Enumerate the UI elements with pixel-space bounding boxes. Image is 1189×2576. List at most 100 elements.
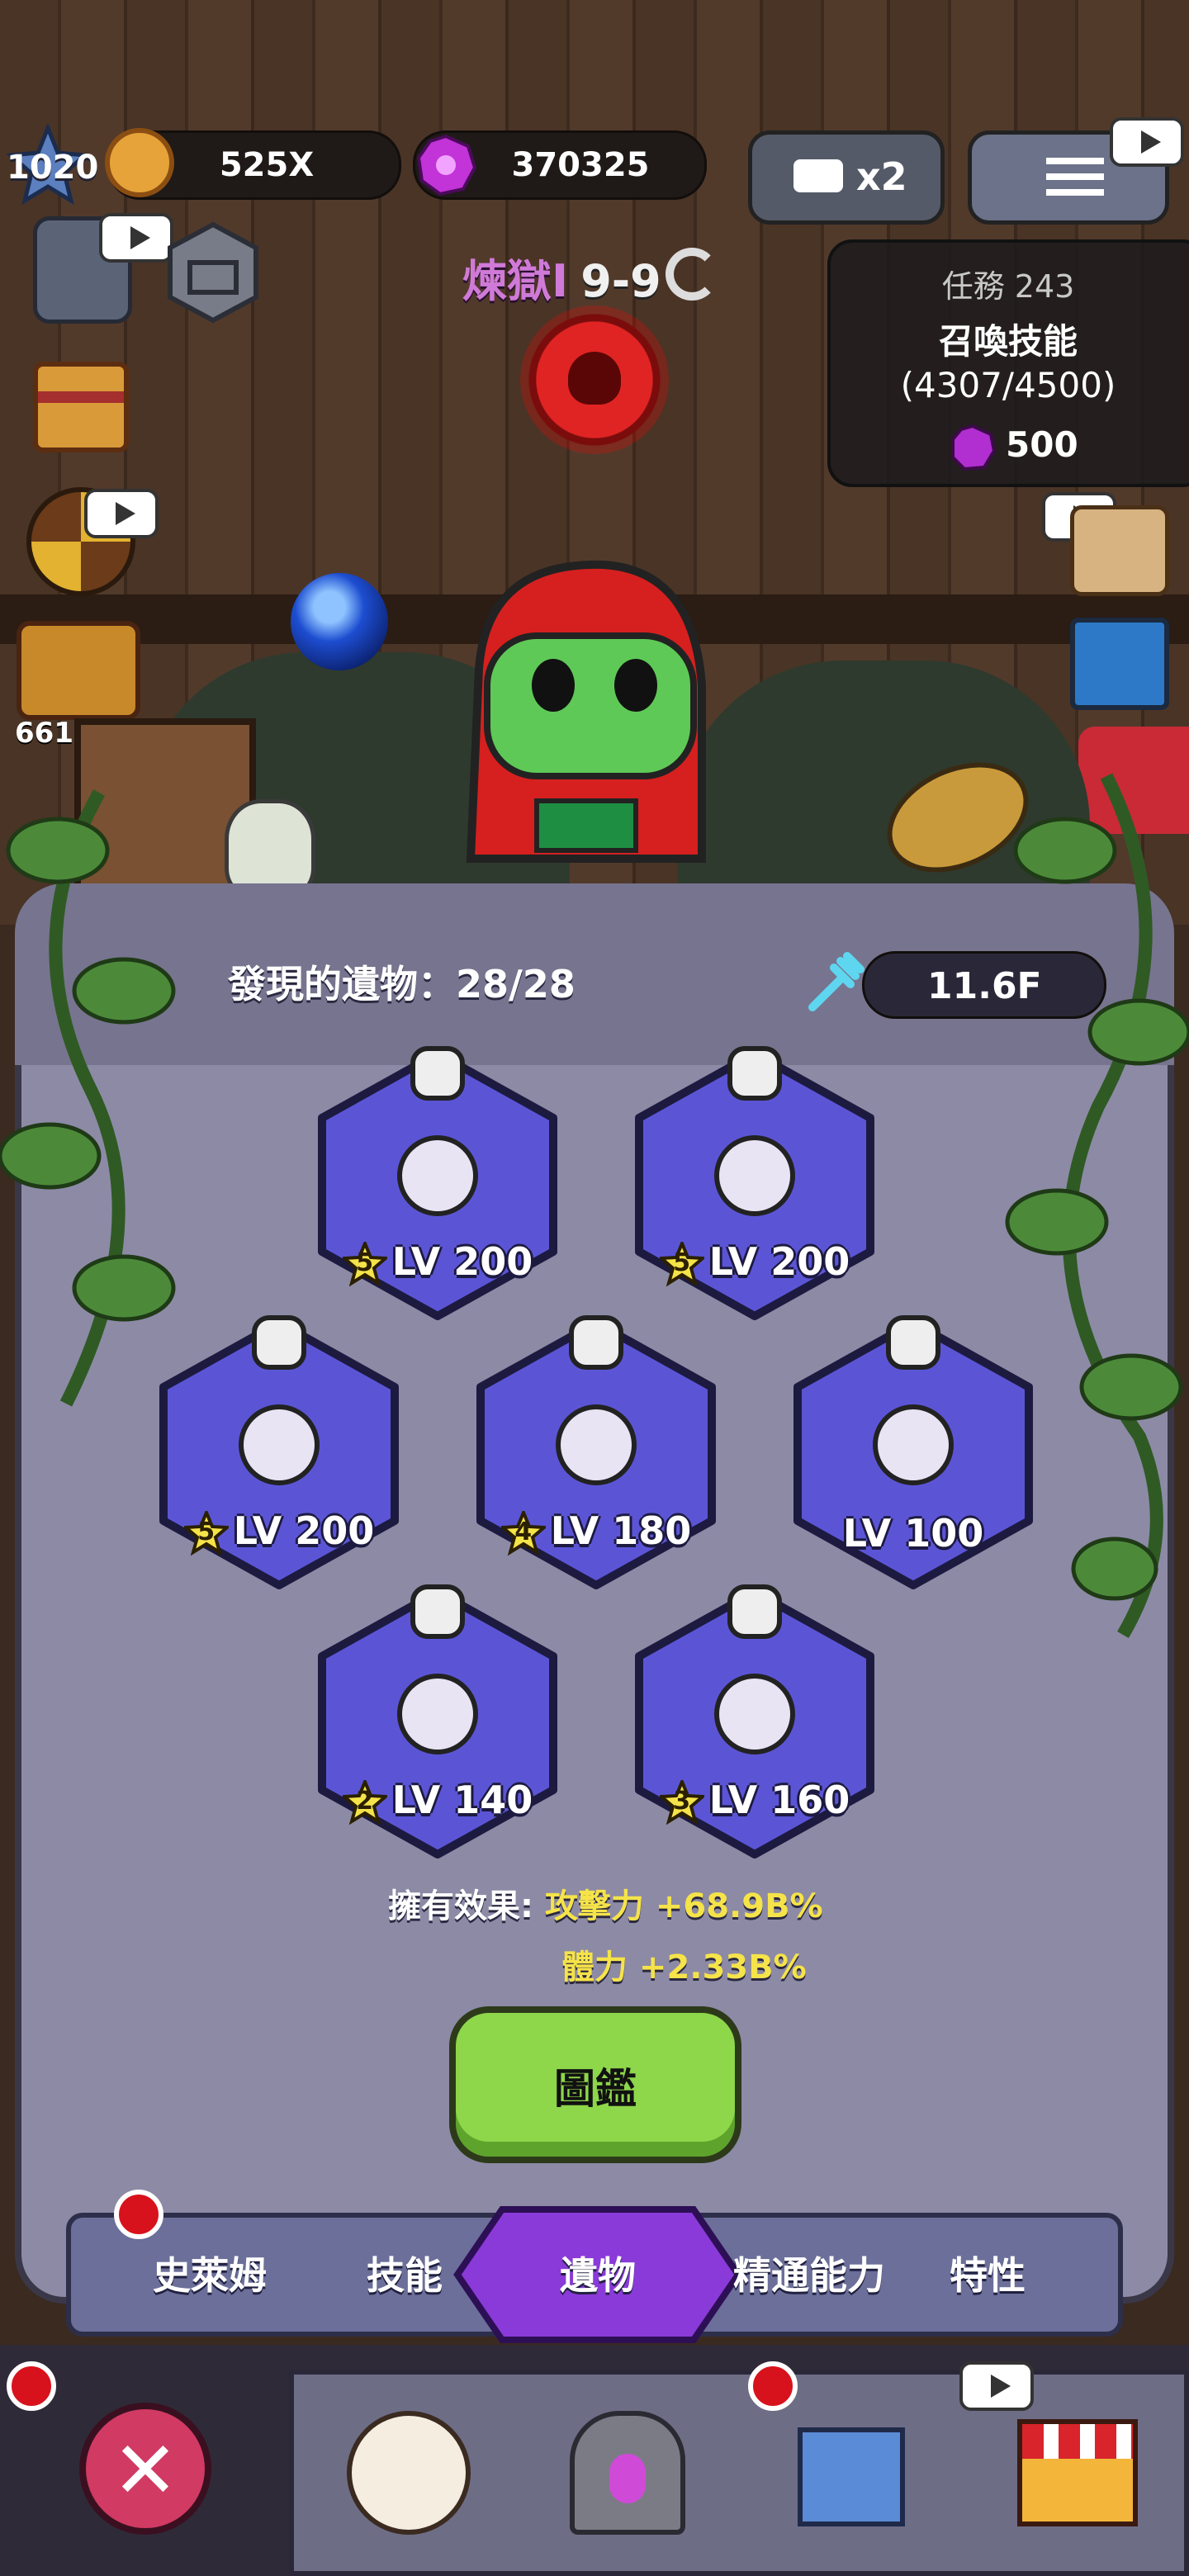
hero-chest-icon[interactable] [17,621,140,720]
effects-label: 擁有效果: [388,1887,533,1925]
relic-level: 3 LV 160 [631,1778,879,1825]
lucky-cat-icon [234,1400,324,1489]
relic-level: 5 LV 200 [314,1238,561,1286]
vine-left [0,776,182,1453]
close-button[interactable]: ✕ [79,2403,211,2535]
relic-level: 4 LV 180 [472,1508,720,1556]
ghost-category-icon [246,1309,312,1376]
tab-relics[interactable]: 遺物 [507,2246,689,2300]
video-ad-icon[interactable] [84,489,159,538]
crystal-orb-icon [710,1131,799,1220]
codex-label: 圖鑑 [554,2065,637,2113]
gem-icon [950,424,997,471]
octagon-category-icon [722,1040,788,1106]
quest-title: 任務 243 [941,268,1075,305]
tab-traits[interactable]: 特性 [897,2246,1078,2300]
crown-icon[interactable] [165,221,261,324]
notification-dot [748,2361,798,2411]
speed-boost-button[interactable]: x2 [748,130,945,225]
star-rank-icon: 5 [183,1511,229,1556]
star-count: 5 [197,1518,216,1546]
boss-skull-button[interactable] [520,305,669,454]
star-rank-icon: 2 [342,1780,387,1825]
skull-icon [568,352,621,405]
relic-card-fox-mask[interactable]: 2 LV 140 [314,1584,561,1859]
video-ad-icon[interactable] [1110,117,1184,167]
relic-card-potion[interactable]: 5 LV 200 [314,1046,561,1321]
floor-value: 11.6F [927,965,1042,1007]
relic-level: LV 100 [789,1511,1037,1556]
video-icon [793,159,843,192]
mirror-category-icon [880,1309,946,1376]
relic-card-lucky-cat[interactable]: 5 LV 200 [155,1315,403,1590]
treasure-chest-icon[interactable] [33,362,129,452]
star-count: 2 [356,1787,374,1816]
relic-level-text: LV 200 [391,1238,533,1284]
tab-mastery[interactable]: 精通能力 [710,2246,908,2300]
magic-book-icon [710,1669,799,1759]
tab-slime[interactable]: 史萊姆 [119,2246,301,2300]
quest-progress: (4307/4500) [900,365,1116,405]
star-count: 4 [514,1518,533,1546]
relic-level-text: LV 160 [708,1777,850,1822]
diamond-category-icon [563,1309,629,1376]
relic-card-gold-coins[interactable]: 4 LV 180 [472,1315,720,1590]
relic-level-text: LV 180 [550,1508,692,1553]
quest-name: 召喚技能 [938,321,1078,362]
gem-icon [415,134,477,197]
star-rank-icon: 3 [659,1780,704,1825]
relic-level-text: LV 200 [708,1238,850,1284]
quest-panel[interactable]: 任務 243 召喚技能 (4307/4500) 500 [827,239,1189,487]
gold-coins-icon [552,1400,641,1489]
shop-icon[interactable] [1017,2419,1138,2526]
relic-level: 5 LV 200 [155,1508,403,1556]
level-value: 1020 [7,149,99,187]
refresh-icon[interactable] [666,248,718,301]
ring-icon [869,1400,958,1489]
fox-mask-icon [393,1669,482,1759]
relic-level: 2 LV 140 [314,1778,561,1825]
dungeon-portal-icon[interactable] [570,2411,685,2535]
book-icon[interactable] [1070,618,1169,710]
stage-name: 煉獄I [462,255,569,307]
list-icon [1046,158,1104,196]
relic-level-text: LV 100 [842,1511,984,1556]
side-count: 661 [15,717,73,750]
fork-icon [801,949,867,1016]
potion-icon [393,1131,482,1220]
relic-card-crystal-orb[interactable]: 5 LV 200 [631,1046,879,1321]
gem-value: 370325 [511,146,650,184]
vase-category-icon [405,1040,471,1106]
relic-card-magic-book[interactable]: 3 LV 160 [631,1584,879,1859]
slime-character [429,545,727,892]
star-rank-icon: 5 [342,1242,387,1286]
video-ad-icon[interactable] [959,2361,1034,2411]
coin-counter: 525X [105,128,401,200]
star-rank-icon: 5 [659,1242,704,1286]
close-icon: ✕ [111,2424,179,2517]
relic-level: 5 LV 200 [631,1238,879,1286]
hp-effect: 體力 +2.33B% [561,1949,807,1986]
relic-card-ring[interactable]: LV 100 [789,1315,1037,1590]
notification-dot [114,2190,163,2239]
scroll-icon[interactable] [1070,505,1169,596]
star-count: 3 [673,1787,691,1816]
quest-reward: 500 [1006,424,1078,465]
attack-effect: 攻擊力 +68.9B% [544,1887,823,1925]
castle-icon[interactable] [798,2427,905,2526]
gem-counter: 370325 [413,130,707,200]
level-badge: 1020 [5,122,98,206]
coin-icon [105,128,174,197]
relic-level-text: LV 140 [391,1777,533,1822]
codex-button[interactable]: 圖鑑 [449,2006,741,2163]
video-ad-icon[interactable] [99,213,173,263]
coin-value: 525X [219,146,315,184]
relic-level-text: LV 200 [233,1508,375,1553]
skull-category-icon [405,1579,471,1645]
chicken-icon[interactable] [347,2411,471,2535]
book-category-icon [722,1579,788,1645]
owned-effects: 擁有效果: 攻擊力 +68.9B% [388,1879,1049,1927]
notification-dot [7,2361,56,2411]
floor-counter: 11.6F [862,951,1106,1019]
tab-skills[interactable]: 技能 [314,2246,495,2300]
